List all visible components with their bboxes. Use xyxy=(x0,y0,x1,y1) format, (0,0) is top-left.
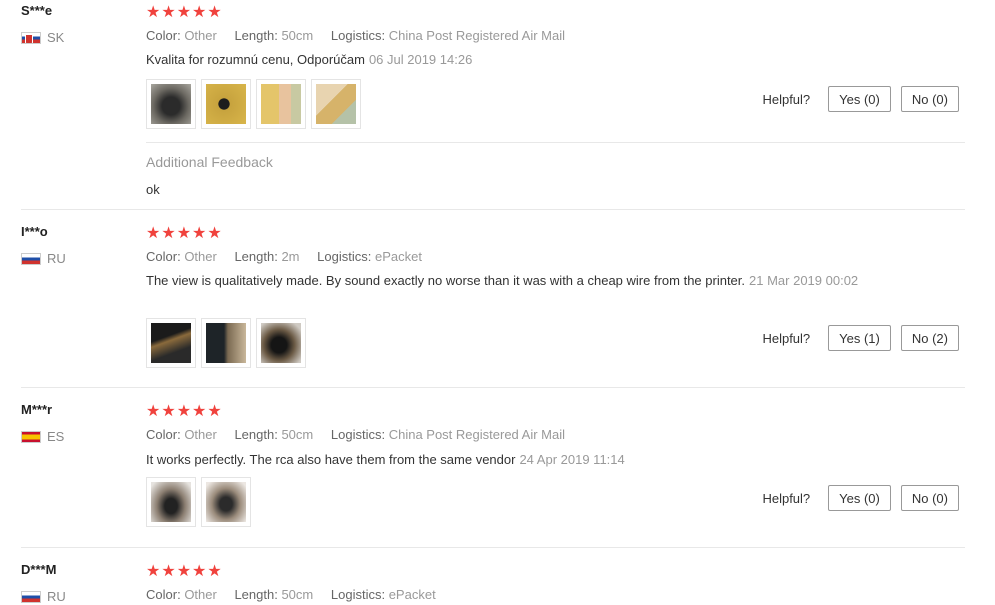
review-body: It works perfectly. The rca also have th… xyxy=(146,452,516,467)
helpful-yes-button[interactable]: Yes (0) xyxy=(828,485,891,511)
helpful-no-button[interactable]: No (2) xyxy=(900,325,959,351)
helpful-no-button[interactable]: No (0) xyxy=(900,485,959,511)
reviewer-name: D***M xyxy=(21,562,57,577)
reviewer-country: ES xyxy=(21,429,64,444)
reviewer-name: S***e xyxy=(21,3,53,18)
review-photos xyxy=(146,318,306,368)
review-photo[interactable] xyxy=(256,79,306,129)
logistics-label: Logistics: xyxy=(330,427,386,442)
review-attributes: Color: Other Length: 2m Logistics: ePack… xyxy=(146,249,436,264)
review-text: Kvalita for rozumnú cenu, Odporúčam 06 Ju… xyxy=(146,51,866,69)
color-label: Color: xyxy=(146,587,181,602)
divider xyxy=(21,387,965,388)
review-photos xyxy=(146,79,361,129)
color-value: Other xyxy=(184,28,217,43)
rating-stars: ★★★★★ xyxy=(146,4,223,21)
color-value: Other xyxy=(184,249,217,264)
logistics-label: Logistics: xyxy=(317,249,372,264)
review-photo[interactable] xyxy=(146,477,196,527)
logistics-value: ePacket xyxy=(374,249,422,264)
slovakia-flag-icon xyxy=(21,31,41,44)
additional-feedback-text: ok xyxy=(146,182,160,197)
helpful-label: Helpful? xyxy=(762,330,811,346)
helpful-no-button[interactable]: No (0) xyxy=(900,86,959,112)
length-label: Length: xyxy=(234,28,278,43)
review-photo[interactable] xyxy=(201,477,251,527)
review-text: The view is qualitatively made. By sound… xyxy=(146,272,876,290)
review-photo[interactable] xyxy=(146,318,196,368)
length-value: 2m xyxy=(281,249,300,264)
review-photo[interactable] xyxy=(256,318,306,368)
review-photo[interactable] xyxy=(201,318,251,368)
review-attributes: Color: Other Length: 50cm Logistics: Chi… xyxy=(146,28,579,43)
divider xyxy=(21,209,965,210)
review-attributes: Color: Other Length: 50cm Logistics: Chi… xyxy=(146,427,579,442)
russia-flag-icon xyxy=(21,590,41,603)
logistics-value: ePacket xyxy=(388,587,436,602)
rating-stars: ★★★★★ xyxy=(146,225,223,242)
color-value: Other xyxy=(184,427,217,442)
helpful-votes: Helpful? Yes (0) No (0) xyxy=(762,485,959,511)
review-date: 24 Apr 2019 11:14 xyxy=(519,452,625,467)
helpful-label: Helpful? xyxy=(762,91,811,107)
length-value: 50cm xyxy=(281,587,314,602)
reviewer-country: RU xyxy=(21,589,66,604)
logistics-value: China Post Registered Air Mail xyxy=(388,28,566,43)
color-label: Color: xyxy=(146,249,181,264)
color-label: Color: xyxy=(146,28,181,43)
country-code: SK xyxy=(47,30,65,45)
length-label: Length: xyxy=(234,587,278,602)
helpful-votes: Helpful? Yes (0) No (0) xyxy=(762,86,959,112)
review-body: The view is qualitatively made. By sound… xyxy=(146,273,746,288)
logistics-value: China Post Registered Air Mail xyxy=(388,427,566,442)
review-text: It works perfectly. The rca also have th… xyxy=(146,451,876,469)
divider xyxy=(21,547,965,548)
helpful-yes-button[interactable]: Yes (1) xyxy=(828,325,891,351)
reviewer-country: RU xyxy=(21,251,66,266)
helpful-label: Helpful? xyxy=(762,490,811,506)
rating-stars: ★★★★★ xyxy=(146,563,223,580)
review-date: 06 Jul 2019 14:26 xyxy=(368,52,473,67)
review-attributes: Color: Other Length: 50cm Logistics: ePa… xyxy=(146,587,450,602)
additional-feedback-title: Additional Feedback xyxy=(146,154,273,170)
reviewer-country: SK xyxy=(21,30,64,45)
color-label: Color: xyxy=(146,427,181,442)
helpful-yes-button[interactable]: Yes (0) xyxy=(828,86,891,112)
review-photos xyxy=(146,477,251,527)
review-photo[interactable] xyxy=(146,79,196,129)
length-label: Length: xyxy=(234,249,278,264)
country-code: RU xyxy=(47,589,66,604)
russia-flag-icon xyxy=(21,252,41,265)
logistics-label: Logistics: xyxy=(330,28,386,43)
spain-flag-icon xyxy=(21,430,41,443)
logistics-label: Logistics: xyxy=(330,587,386,602)
review-body: Kvalita for rozumnú cenu, Odporúčam xyxy=(146,52,365,67)
length-value: 50cm xyxy=(281,28,314,43)
review-photo[interactable] xyxy=(311,79,361,129)
rating-stars: ★★★★★ xyxy=(146,403,223,420)
country-code: ES xyxy=(47,429,65,444)
review-photo[interactable] xyxy=(201,79,251,129)
reviewer-name: M***r xyxy=(21,402,53,417)
country-code: RU xyxy=(47,251,66,266)
color-value: Other xyxy=(184,587,217,602)
helpful-votes: Helpful? Yes (1) No (2) xyxy=(762,325,959,351)
length-value: 50cm xyxy=(281,427,314,442)
divider xyxy=(146,142,965,143)
reviewer-name: I***o xyxy=(21,224,48,239)
review-date: 21 Mar 2019 00:02 xyxy=(749,273,859,288)
length-label: Length: xyxy=(234,427,278,442)
